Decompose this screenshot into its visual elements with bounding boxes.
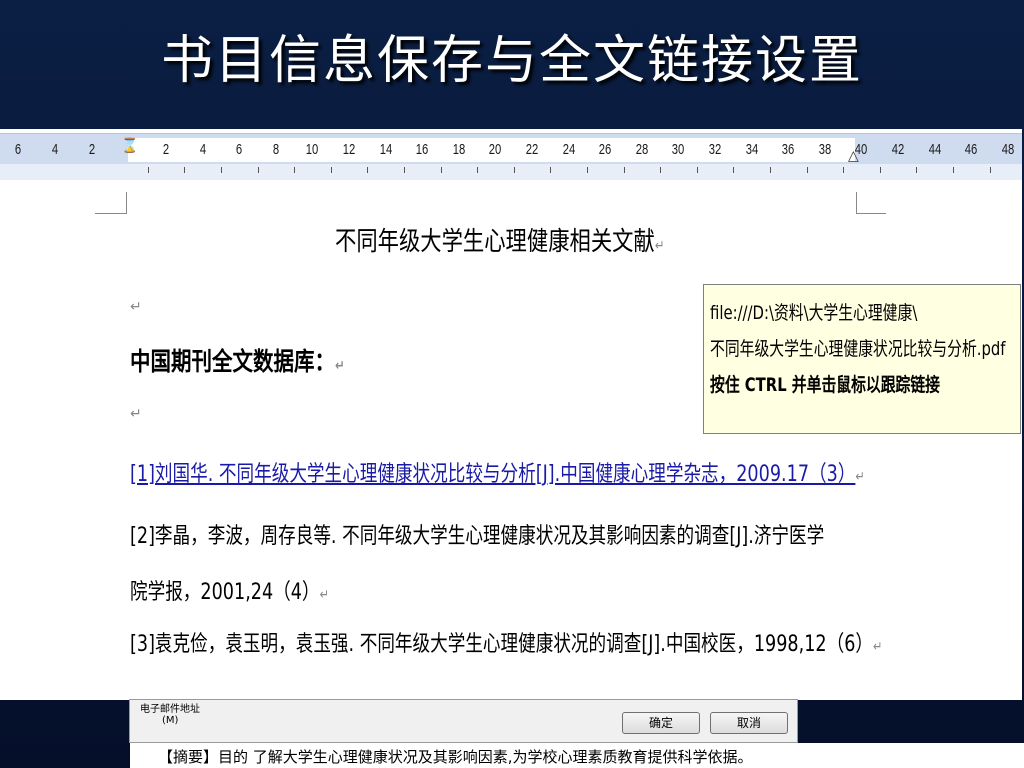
ruler-number: 26 [598,141,612,158]
word-document-screenshot: 6 4 2 2 4 6 8 10 12 14 16 18 20 22 24 26 28 30 32 34 36 38 40 4… [0,129,1022,700]
horizontal-ruler[interactable]: 6 4 2 2 4 6 8 10 12 14 16 18 20 22 24 26 28 30 32 34 36 38 40 4… [0,133,1022,180]
ruler-number: 30 [672,141,685,158]
ruler-tick [513,167,515,173]
abstract-text: 【摘要】目的 了解大学生心理健康状况及其影响因素,为学校心理素质教育提供科学依据… [130,743,1024,768]
ruler-tick [989,167,991,173]
ruler-tick [403,167,405,173]
ruler-tick [623,167,625,173]
reference-2-continued: 院学报，2001,24（4）↵ [130,580,329,605]
empty-paragraph-mark: ↵ [130,406,142,422]
ruler-tick [696,167,698,173]
ruler-number: 38 [818,141,832,158]
ruler-number: 34 [745,141,758,158]
cancel-button[interactable]: 取消 [710,712,788,734]
ruler-number: 46 [964,141,978,158]
email-address-option[interactable]: 电子邮件地址 (M) [140,700,200,726]
ok-button[interactable]: 确定 [622,712,700,734]
ruler-tick [440,167,442,173]
reference-1-hyperlink[interactable]: [1]刘国华. 不同年级大学生心理健康状况比较与分析[J].中国健康心理学杂志，… [130,456,865,488]
ruler-number: 10 [306,141,319,158]
ruler-number: 2 [88,141,96,158]
ruler-tick [367,167,369,173]
margin-corner-right [856,192,886,214]
ruler-number: 2 [162,141,170,158]
ruler-number: 4 [199,141,206,158]
reference-3: [3]袁克俭，袁玉明，袁玉强. 不同年级大学生心理健康状况的调查[J].中国校医… [130,632,883,657]
tooltip-hint: 按住 CTRL 并单击鼠标以跟踪链接 [710,374,941,396]
hyperlink-dialog-fragment: 电子邮件地址 (M) 确定 取消 [129,699,798,743]
ruler-tick [916,167,918,173]
hyperlink-tooltip: file:///D:\资料\大学生心理健康\ 不同年级大学生心理健康状况比较与分… [703,284,1021,434]
ruler-tick [220,167,222,173]
ruler-number: 32 [708,141,722,158]
ruler-number: 42 [891,141,905,158]
ruler-number: 44 [928,141,941,158]
ruler-tick [257,167,259,173]
left-indent-marker-icon[interactable]: ⌛ [121,138,138,154]
ruler-tick [184,167,186,173]
tooltip-path: file:///D:\资料\大学生心理健康\ [710,302,918,324]
tooltip-filename: 不同年级大学生心理健康状况比较与分析.pdf [710,338,1006,360]
ruler-number: 6 [14,141,22,158]
margin-corner-left [95,192,127,214]
ruler-number: 20 [489,141,502,158]
ruler-tick [550,167,552,173]
ruler-tick-band [0,164,1022,180]
ruler-tick [879,167,881,173]
ruler-tick [806,167,808,173]
ruler-number: 18 [452,141,466,158]
ruler-number: 14 [379,141,392,158]
empty-paragraph-mark: ↵ [130,299,142,315]
document-title: 不同年级大学生心理健康相关文献↵ [335,227,665,257]
ruler-tick [733,167,735,173]
ruler-number: 48 [1001,141,1015,158]
ruler-number: 8 [272,141,279,158]
ruler-number: 22 [525,141,539,158]
ruler-tick [843,167,845,173]
ruler-tick [147,167,149,173]
ruler-number: 28 [635,141,649,158]
ruler-number: 12 [342,141,356,158]
slide-title: 书目信息保存与全文链接设置 [160,31,863,91]
ruler-tick [294,167,296,173]
ruler-tick [477,167,479,173]
ruler-tick [330,167,332,173]
ruler-number: 6 [236,141,243,158]
ruler-number: 4 [51,141,59,158]
section-heading: 中国期刊全文数据库：↵ [130,347,345,376]
ruler-tick [586,167,588,173]
ruler-tick [952,167,954,173]
ruler-number: 16 [415,141,429,158]
ruler-tick [660,167,662,173]
ruler-tick [769,167,771,173]
reference-2: [2]李晶，李波，周存良等. 不同年级大学生心理健康状况及其影响因素的调查[J]… [130,524,825,549]
ruler-number: 24 [562,141,575,158]
right-indent-marker-icon[interactable]: △ [848,148,859,164]
ruler-number: 36 [781,141,795,158]
